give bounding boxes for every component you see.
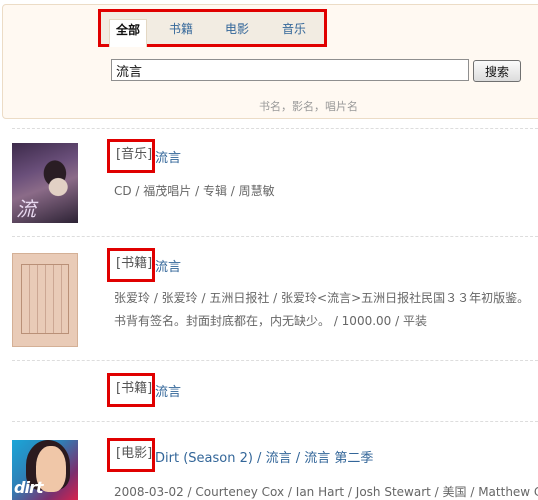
result-divider <box>12 421 538 422</box>
result-type-tag: [书籍] <box>107 248 155 282</box>
result-meta: CD / 福茂唱片 / 专辑 / 周慧敏 <box>114 184 275 198</box>
result-type-tag: [电影] <box>107 438 155 472</box>
dvd-cover-icon[interactable]: dirt <box>12 440 78 500</box>
search-input[interactable] <box>111 59 469 81</box>
result-type-tag: [书籍] <box>107 373 155 407</box>
album-cover-lettering: 流 <box>16 197 36 221</box>
result-title-link[interactable]: 流言 <box>155 256 181 275</box>
tab-books[interactable]: 书籍 <box>169 19 193 47</box>
result-type-tag: [音乐] <box>107 139 155 173</box>
search-button[interactable]: 搜索 <box>473 60 521 82</box>
search-hint: 书名，影名，唱片名 <box>259 100 358 113</box>
result-meta: 2008-03-02 / Courteney Cox / Ian Hart / … <box>114 485 538 499</box>
cover-logo: dirt <box>14 478 44 497</box>
book-cover-icon[interactable] <box>12 253 78 347</box>
result-divider <box>12 236 538 237</box>
album-cover-icon[interactable]: 流 <box>12 143 78 223</box>
tab-music[interactable]: 音乐 <box>282 19 306 47</box>
book-cover-pattern <box>21 264 69 334</box>
result-title-link[interactable]: Dirt (Season 2) / 流言 / 流言 第二季 <box>155 447 373 466</box>
result-title-link[interactable]: 流言 <box>155 147 181 166</box>
result-title-link[interactable]: 流言 <box>155 381 181 400</box>
tab-movies[interactable]: 电影 <box>225 19 249 47</box>
search-tabs: 全部 书籍 电影 音乐 <box>98 9 327 47</box>
result-divider <box>12 360 538 361</box>
tab-all[interactable]: 全部 <box>109 19 148 47</box>
result-divider <box>12 128 538 129</box>
search-panel: 全部 书籍 电影 音乐 搜索 书名，影名，唱片名 <box>2 4 538 119</box>
result-meta: 张爱玲 / 张爱玲 / 五洲日报社 / 张爱玲<流言>五洲日报社民国３３年初版鉴… <box>114 291 530 328</box>
